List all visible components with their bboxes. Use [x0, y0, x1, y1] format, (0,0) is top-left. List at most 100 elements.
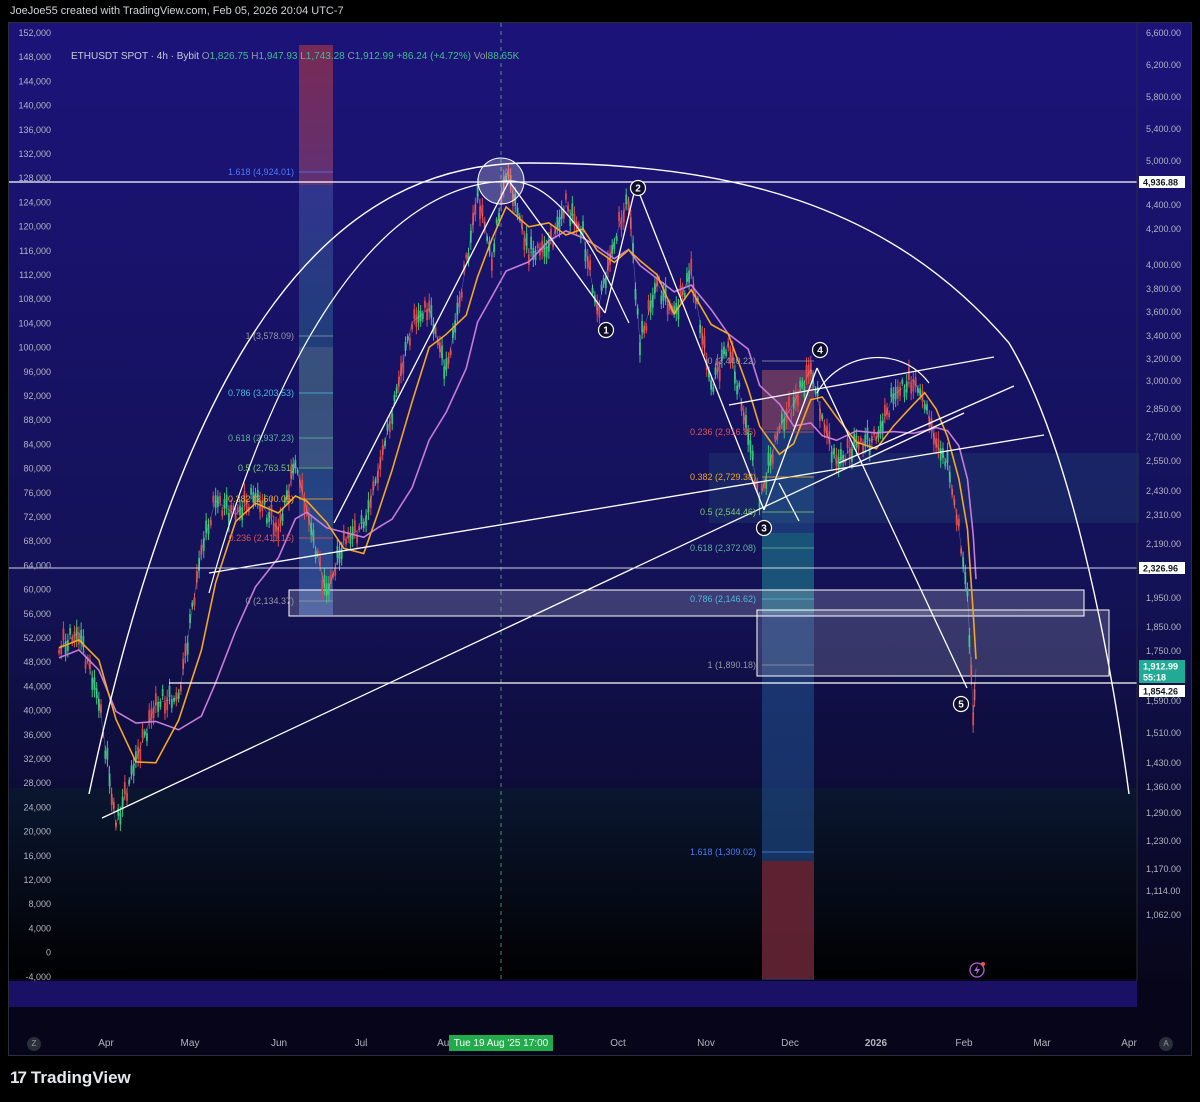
candle-body [571, 203, 574, 217]
candle-body [765, 478, 768, 489]
left-axis-tick: 64,000 [23, 560, 51, 570]
fib2-label: 1 (1,890.18) [707, 660, 756, 670]
candle-body [139, 749, 142, 761]
candle-body [69, 628, 71, 635]
candle-body [62, 628, 65, 641]
legend-volume: 88.65K [487, 51, 520, 62]
candle-body [219, 496, 221, 503]
scale-separator-band [9, 981, 1137, 1007]
chart-frame[interactable]: 1 2 3 4 5 1.618 (4,924.01) 1 (3,578.09) 0.786 (… [8, 22, 1192, 1056]
right-axis-tick: 3,200.00 [1146, 354, 1181, 364]
right-axis-tick: 1,290.00 [1146, 808, 1181, 818]
left-axis-tick: 92,000 [23, 391, 51, 401]
right-axis-tick: 6,200.00 [1146, 60, 1181, 70]
right-axis-tick: 1,062.00 [1146, 910, 1181, 920]
fib1-label: 0.236 (2,411.15) [229, 533, 294, 543]
candle-body [901, 379, 904, 384]
candle-body [141, 728, 144, 738]
left-axis-tick: 108,000 [18, 294, 51, 304]
candle-body [870, 435, 873, 443]
chart-canvas[interactable]: 1 2 3 4 5 1.618 (4,924.01) 1 (3,578.09) 0.786 (… [9, 23, 1192, 1056]
wave-label-text: 3 [761, 524, 767, 535]
right-axis-tick: 5,400.00 [1146, 124, 1181, 134]
candle-body [908, 367, 910, 380]
fib2-label: 0.236 (2,916.85) [690, 427, 756, 437]
left-axis-tick: 68,000 [23, 536, 51, 546]
right-axis-tick: 1,114.00 [1146, 886, 1180, 896]
right-axis-tick: 5,800.00 [1146, 92, 1181, 102]
left-axis-tick: 32,000 [23, 754, 51, 764]
candle-body [415, 314, 418, 327]
candle-body [660, 295, 663, 304]
right-axis-tick: 1,360.00 [1146, 782, 1181, 792]
candle-body [738, 382, 741, 387]
left-axis-tick: 28,000 [23, 778, 51, 788]
candle-body [523, 237, 526, 250]
candle-body [647, 300, 650, 310]
candle-body [212, 495, 215, 503]
candle-body [530, 236, 533, 250]
candle-body [536, 244, 539, 249]
wave-label-4: 4 [811, 341, 829, 359]
left-axis-tick: 88,000 [23, 415, 51, 425]
left-axis-tick: 48,000 [23, 657, 51, 667]
tradingview-logo[interactable]: 17 TradingView [10, 1068, 131, 1088]
time-axis-label: Mar [1033, 1038, 1051, 1049]
left-axis-tick: 104,000 [18, 318, 51, 328]
right-axis-tick: 1,950.00 [1146, 593, 1181, 603]
candle-body [170, 699, 173, 708]
candle-body [679, 285, 682, 297]
fib2-label: 0.5 (2,544.46) [700, 507, 756, 517]
candle-body [851, 449, 853, 462]
left-axis-tick: 140,000 [18, 101, 51, 111]
left-axis-tick: 136,000 [18, 125, 51, 135]
candle-body [618, 211, 620, 222]
candle-body [690, 258, 693, 272]
right-axis-tick: 2,430.00 [1146, 486, 1181, 496]
candle-body [356, 535, 358, 544]
ohlc-legend: ETHUSDT SPOT · 4h · Bybit O1,826.75 H1,9… [71, 51, 519, 62]
fib1-label: 0.5 (2,763.51) [238, 463, 294, 473]
candle-body [413, 309, 416, 319]
candle-body [972, 712, 975, 726]
fib2-label: 0.382 (2,729.38) [690, 472, 756, 482]
candle-body [66, 640, 69, 651]
right-axis-tick: 4,000.00 [1146, 260, 1181, 270]
candle-body [939, 448, 942, 461]
right-axis-tick: 1,590.00 [1146, 696, 1181, 706]
wave-label-3: 3 [755, 519, 773, 537]
left-axis-tick: 4,000 [28, 923, 51, 933]
price-tag: 1,912.99 [1139, 660, 1185, 672]
candle-body [360, 515, 363, 525]
right-axis-tick: 1,750.00 [1146, 646, 1181, 656]
candle-body [888, 412, 891, 418]
right-axis-tick: 3,800.00 [1146, 284, 1181, 294]
price-tag-text: 2,326.96 [1143, 564, 1178, 574]
candle-body [788, 397, 790, 407]
price-tag: 55:18 [1139, 671, 1185, 683]
fib1-label: 0.618 (2,937.23) [228, 433, 294, 443]
left-axis-tick: 24,000 [23, 802, 51, 812]
auto-scale-button[interactable]: A [1159, 1037, 1173, 1051]
legend-symbol: ETHUSDT SPOT · 4h · Bybit [71, 51, 199, 62]
legend-change: +86.24 (+4.72%) [396, 51, 471, 62]
price-tag: 2,326.96 [1139, 562, 1185, 574]
candle-body [718, 368, 721, 382]
fib-bar-1-top [299, 45, 333, 185]
candle-body [944, 461, 947, 467]
candle-body [527, 254, 530, 265]
candle-body [615, 236, 618, 241]
candle-body [230, 505, 233, 515]
timezone-button[interactable]: Z [27, 1037, 41, 1051]
left-axis-tick: -4,000 [25, 972, 51, 982]
left-axis-tick: 60,000 [23, 585, 51, 595]
candle-body [126, 792, 128, 801]
candle-body [345, 539, 347, 545]
right-axis-tick: 2,850.00 [1146, 404, 1181, 414]
right-axis-tick: 2,190.00 [1146, 539, 1181, 549]
price-tag-text: 4,936.88 [1143, 178, 1178, 188]
candle-body [465, 254, 468, 259]
wave-label-text: 1 [603, 326, 609, 337]
legend-high-label: H [251, 51, 259, 62]
right-axis-tick: 3,000.00 [1146, 376, 1181, 386]
